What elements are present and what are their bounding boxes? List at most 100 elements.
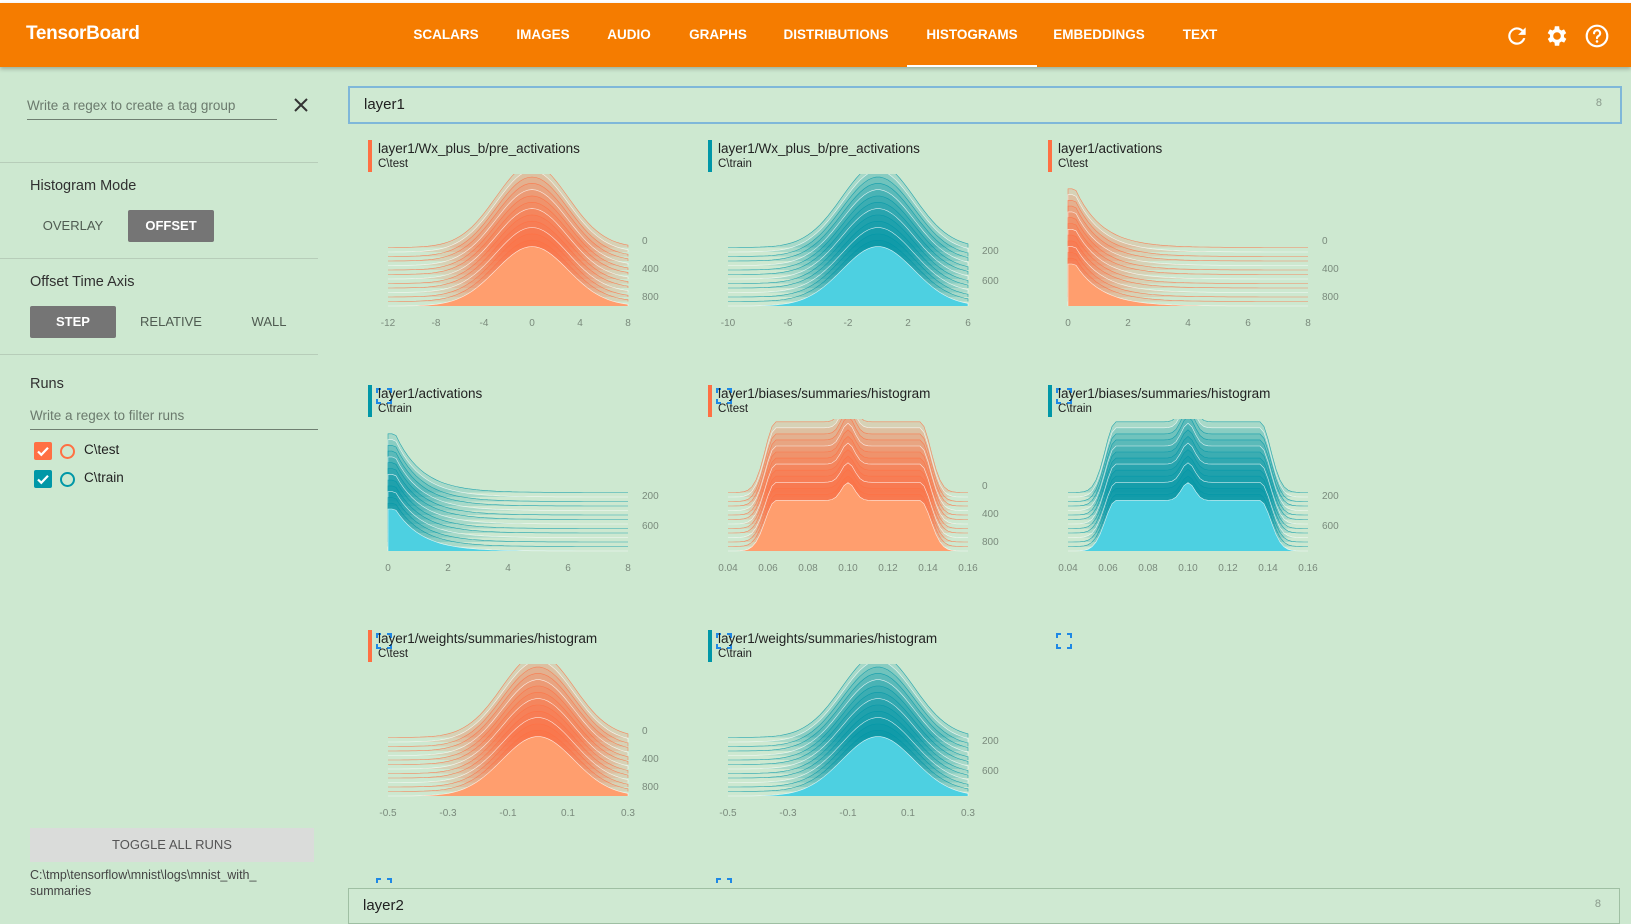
tag-group-regex-input[interactable]: Write a regex to create a tag group — [27, 98, 235, 113]
card-tag-name: layer1/activations — [1058, 141, 1163, 156]
run-test-color-ring[interactable] — [60, 444, 75, 459]
checkmark-icon — [37, 447, 49, 457]
y-tick-label: 200 — [1322, 491, 1339, 502]
y-tick-label: 200 — [982, 736, 999, 747]
tag-group-header-layer1[interactable]: layer1 8 — [348, 86, 1622, 124]
x-tick-label: 0.10 — [1178, 563, 1198, 574]
y-tick-label: 200 — [982, 246, 999, 257]
x-tick-label: 0 — [1065, 318, 1071, 329]
x-tick-label: 0.04 — [718, 563, 738, 574]
histogram-card: layer1/biases/summaries/histogram C\train… — [1028, 381, 1358, 649]
expand-chart-icon[interactable] — [376, 595, 392, 649]
card-run-name: C\test — [718, 403, 749, 415]
card-tag-name: layer1/Wx_plus_b/pre_activations — [378, 141, 580, 156]
tab-histograms[interactable]: HISTOGRAMS — [907, 3, 1037, 67]
tab-audio[interactable]: AUDIO — [598, 3, 660, 67]
card-tag-name: layer1/biases/summaries/histogram — [718, 386, 931, 401]
tag-group-name: layer2 — [363, 897, 404, 914]
run-color-bar — [708, 140, 712, 172]
tab-images[interactable]: IMAGES — [506, 3, 580, 67]
run-color-bar — [708, 385, 712, 417]
run-train-checkbox[interactable] — [34, 470, 52, 488]
card-run-name: C\train — [718, 158, 752, 170]
run-color-bar — [1048, 385, 1052, 417]
x-tick-label: 2 — [445, 563, 451, 574]
toggle-all-runs-button[interactable]: TOGGLE ALL RUNS — [30, 828, 314, 862]
y-tick-label: 800 — [1322, 292, 1339, 303]
x-tick-label: 4 — [505, 563, 511, 574]
expand-chart-icon[interactable] — [1056, 595, 1072, 649]
histogram-chart: -0.5 -0.3 -0.1 0.1 0.3 200 600 — [719, 664, 999, 819]
y-tick-label: 800 — [642, 292, 659, 303]
tab-embeddings[interactable]: EMBEDDINGS — [1046, 3, 1152, 67]
y-tick-label: 200 — [642, 491, 659, 502]
histogram-chart: 0.04 0.06 0.08 0.10 0.12 0.14 0.16 0 400 800 — [718, 419, 999, 574]
tab-text[interactable]: TEXT — [1170, 3, 1230, 67]
card-run-name: C\train — [378, 403, 412, 415]
x-tick-label: 0.1 — [901, 808, 915, 819]
x-tick-label: 0.14 — [1258, 563, 1278, 574]
y-tick-label: 0 — [1322, 236, 1328, 247]
expand-chart-icon[interactable] — [1056, 350, 1072, 404]
divider — [0, 258, 318, 259]
x-tick-label: 0.16 — [1298, 563, 1318, 574]
divider — [0, 162, 318, 163]
tab-graphs[interactable]: GRAPHS — [678, 3, 758, 67]
run-color-bar — [708, 630, 712, 662]
tag-group-count: 8 — [1594, 898, 1601, 910]
x-tick-label: -6 — [784, 318, 793, 329]
tag-group-header-layer2[interactable]: layer2 8 — [348, 888, 1620, 924]
tab-scalars[interactable]: SCALARS — [404, 3, 488, 67]
histogram-chart: 0.04 0.06 0.08 0.10 0.12 0.14 0.16 200 600 — [1058, 419, 1339, 574]
run-color-bar — [368, 140, 372, 172]
x-tick-label: 2 — [1125, 318, 1131, 329]
x-tick-label: 0.1 — [561, 808, 575, 819]
y-tick-label: 600 — [982, 276, 999, 287]
x-tick-label: -4 — [480, 318, 489, 329]
y-tick-label: 600 — [1322, 521, 1339, 532]
x-tick-label: -0.1 — [839, 808, 857, 819]
expand-chart-icon[interactable] — [716, 350, 732, 404]
tag-group-name: layer1 — [364, 96, 405, 113]
histogram-chart: -10 -6 -2 2 6 200 600 — [721, 174, 999, 329]
x-tick-label: -2 — [844, 318, 853, 329]
help-icon[interactable] — [1584, 23, 1610, 49]
expand-chart-icon[interactable] — [716, 595, 732, 649]
y-tick-label: 0 — [642, 236, 648, 247]
expand-chart-icon[interactable] — [376, 350, 392, 404]
step-axis-button[interactable]: STEP — [30, 306, 116, 338]
x-tick-label: 0.16 — [958, 563, 978, 574]
tab-distributions[interactable]: DISTRIBUTIONS — [776, 3, 896, 67]
run-train-color-ring[interactable] — [60, 472, 75, 487]
offset-time-axis-title: Offset Time Axis — [30, 274, 135, 290]
overlay-mode-button[interactable]: OVERLAY — [30, 210, 116, 242]
x-tick-label: 6 — [1245, 318, 1251, 329]
x-tick-label: -8 — [432, 318, 441, 329]
app-title: TensorBoard — [26, 23, 140, 44]
run-test-label: C\test — [84, 442, 120, 457]
wall-axis-button[interactable]: WALL — [226, 306, 312, 338]
x-tick-label: -0.1 — [499, 808, 517, 819]
run-color-bar — [368, 630, 372, 662]
card-tag-name: layer1/activations — [378, 386, 483, 401]
card-tag-name: layer1/Wx_plus_b/pre_activations — [718, 141, 920, 156]
x-tick-label: -0.3 — [439, 808, 457, 819]
relative-axis-button[interactable]: RELATIVE — [128, 306, 214, 338]
x-tick-label: 0.08 — [1138, 563, 1158, 574]
settings-gear-icon[interactable] — [1544, 23, 1570, 49]
refresh-icon[interactable] — [1504, 23, 1530, 49]
card-run-name: C\test — [378, 158, 409, 170]
x-tick-label: -12 — [381, 318, 396, 329]
run-test-checkbox[interactable] — [34, 442, 52, 460]
run-filter-input[interactable]: Write a regex to filter runs — [30, 408, 184, 423]
offset-mode-button[interactable]: OFFSET — [128, 210, 214, 242]
x-tick-label: 6 — [565, 563, 571, 574]
expand-chart-icon[interactable] — [716, 840, 732, 894]
histogram-chart: 0 2 4 6 8 0 400 800 — [1065, 188, 1339, 329]
close-icon[interactable] — [292, 96, 310, 114]
top-toolbar: TensorBoard SCALARS IMAGES AUDIO GRAPHS … — [0, 3, 1631, 67]
histogram-chart: 0 2 4 6 8 200 600 — [385, 433, 659, 574]
expand-chart-icon[interactable] — [376, 840, 392, 894]
tag-group-count: 8 — [1595, 97, 1602, 109]
y-tick-label: 800 — [982, 537, 999, 548]
